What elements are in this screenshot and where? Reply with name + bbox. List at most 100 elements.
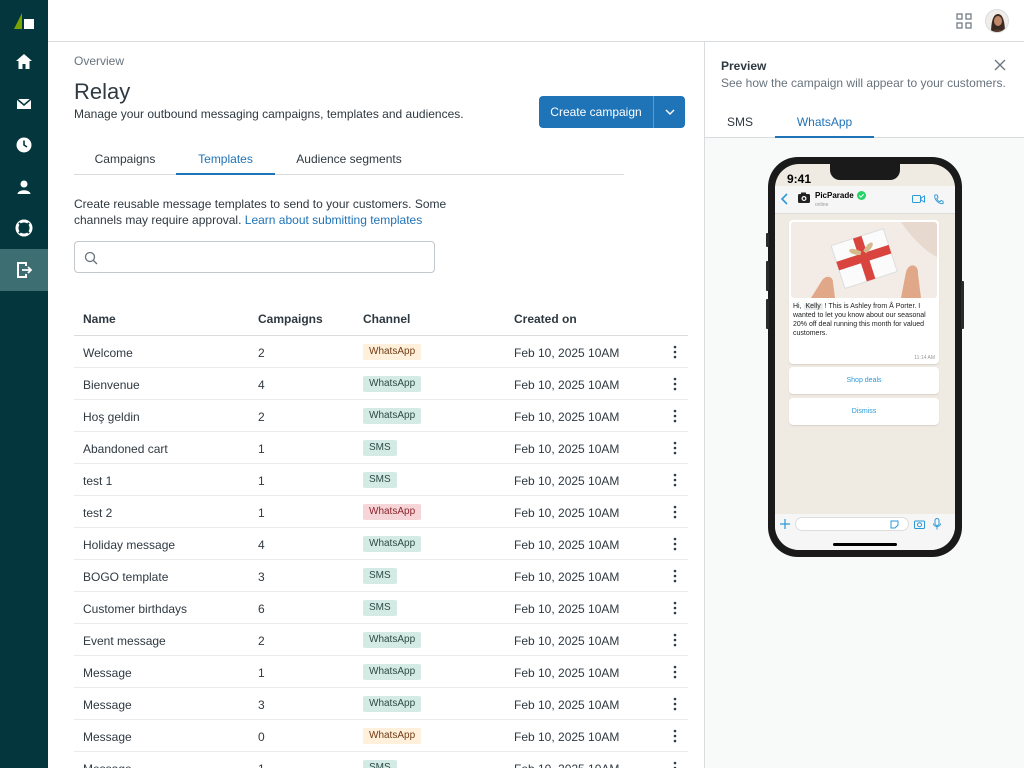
template-created-on: Feb 10, 2025 10AM: [514, 666, 620, 680]
sticker-icon: [890, 520, 899, 529]
table-row[interactable]: Abandoned cart 1 SMS Feb 10, 2025 10AM: [74, 432, 688, 464]
template-name[interactable]: Event message: [83, 634, 166, 648]
home-icon: [16, 54, 32, 69]
channel-badge: WhatsApp: [363, 536, 422, 552]
column-header-name[interactable]: Name: [83, 312, 116, 326]
template-name[interactable]: BOGO template: [83, 570, 168, 584]
templates-intro: Create reusable message templates to sen…: [74, 196, 454, 228]
table-row[interactable]: Customer birthdays 6 SMS Feb 10, 2025 10AM: [74, 592, 688, 624]
overflow-menu-icon[interactable]: [668, 761, 682, 768]
table-row[interactable]: Message 1 SMS Feb 10, 2025 10AM: [74, 752, 688, 768]
product-logo-icon[interactable]: [12, 11, 36, 31]
table-row[interactable]: test 1 1 SMS Feb 10, 2025 10AM: [74, 464, 688, 496]
submitting-templates-link[interactable]: Learn about submitting templates: [245, 213, 422, 227]
overflow-menu-icon[interactable]: [668, 441, 682, 455]
sidebar-item-home[interactable]: [0, 41, 48, 83]
preview-subtitle: See how the campaign will appear to your…: [721, 76, 1006, 90]
sidebar: [0, 0, 48, 768]
overflow-menu-icon[interactable]: [668, 729, 682, 743]
template-campaign-count: 3: [258, 570, 265, 584]
column-header-campaigns[interactable]: Campaigns: [258, 312, 323, 326]
exit-icon: [17, 262, 33, 278]
table-row[interactable]: test 2 1 WhatsApp Feb 10, 2025 10AM: [74, 496, 688, 528]
table-row[interactable]: Message 1 WhatsApp Feb 10, 2025 10AM: [74, 656, 688, 688]
table-row[interactable]: Message 0 WhatsApp Feb 10, 2025 10AM: [74, 720, 688, 752]
table-row[interactable]: Holiday message 4 WhatsApp Feb 10, 2025 10A…: [74, 528, 688, 560]
column-header-created-on[interactable]: Created on: [514, 312, 577, 326]
close-icon[interactable]: [994, 59, 1006, 71]
table-row[interactable]: Hoş geldin 2 WhatsApp Feb 10, 2025 10AM: [74, 400, 688, 432]
phone-call-icon: [934, 194, 944, 205]
tab-campaigns[interactable]: Campaigns: [74, 145, 176, 175]
template-name[interactable]: Abandoned cart: [83, 442, 168, 456]
overflow-menu-icon[interactable]: [668, 665, 682, 679]
back-arrow-icon: [780, 193, 788, 205]
overflow-menu-icon[interactable]: [668, 345, 682, 359]
template-created-on: Feb 10, 2025 10AM: [514, 346, 620, 360]
create-campaign-menu-button[interactable]: [653, 96, 685, 128]
table-row[interactable]: Event message 2 WhatsApp Feb 10, 2025 10AM: [74, 624, 688, 656]
template-name[interactable]: Holiday message: [83, 538, 175, 552]
tab-audience-segments[interactable]: Audience segments: [275, 145, 423, 175]
template-campaign-count: 6: [258, 602, 265, 616]
camera-logo-icon: [798, 192, 810, 203]
message-image: [791, 222, 937, 298]
table-row[interactable]: BOGO template 3 SMS Feb 10, 2025 10AM: [74, 560, 688, 592]
overflow-menu-icon[interactable]: [668, 633, 682, 647]
overflow-menu-icon[interactable]: [668, 473, 682, 487]
message-bubble: Hi, Kelly ! This is Ashley from Å Porter…: [789, 220, 939, 364]
preview-panel: Preview See how the campaign will appear…: [704, 42, 1024, 768]
verified-badge-icon: [857, 191, 866, 200]
sidebar-item-history[interactable]: [0, 124, 48, 166]
template-created-on: Feb 10, 2025 10AM: [514, 602, 620, 616]
templates-table: Name Campaigns Channel Created on Welcom…: [74, 300, 688, 768]
apps-grid-icon[interactable]: [956, 13, 972, 29]
template-name[interactable]: Bienvenue: [83, 378, 140, 392]
template-name[interactable]: Message: [83, 730, 132, 744]
dismiss-button[interactable]: Dismiss: [789, 398, 939, 425]
channel-badge: SMS: [363, 760, 397, 768]
breadcrumb[interactable]: Overview: [74, 54, 124, 68]
template-campaign-count: 1: [258, 762, 265, 768]
overflow-menu-icon[interactable]: [668, 377, 682, 391]
template-name[interactable]: test 1: [83, 474, 112, 488]
avatar[interactable]: [985, 9, 1009, 33]
overflow-menu-icon[interactable]: [668, 409, 682, 423]
template-name[interactable]: Message: [83, 666, 132, 680]
camera-icon: [914, 520, 925, 529]
overflow-menu-icon[interactable]: [668, 537, 682, 551]
template-campaign-count: 1: [258, 666, 265, 680]
chevron-down-icon: [665, 109, 674, 115]
template-name[interactable]: Message: [83, 698, 132, 712]
preview-tab-whatsapp[interactable]: WhatsApp: [775, 108, 874, 138]
sidebar-item-inbox[interactable]: [0, 83, 48, 125]
message-text: Hi, Kelly ! This is Ashley from Å Porter…: [793, 302, 936, 338]
page-description: Manage your outbound messaging campaigns…: [74, 107, 464, 121]
search-input[interactable]: [74, 241, 435, 273]
column-header-channel[interactable]: Channel: [363, 312, 410, 326]
template-name[interactable]: Hoş geldin: [83, 410, 140, 424]
template-created-on: Feb 10, 2025 10AM: [514, 730, 620, 744]
tab-templates[interactable]: Templates: [176, 145, 275, 175]
channel-badge: SMS: [363, 440, 397, 456]
sidebar-item-contacts[interactable]: [0, 166, 48, 208]
microphone-icon: [933, 518, 941, 530]
overflow-menu-icon[interactable]: [668, 697, 682, 711]
table-row[interactable]: Bienvenue 4 WhatsApp Feb 10, 2025 10AM: [74, 368, 688, 400]
template-name[interactable]: Welcome: [83, 346, 133, 360]
overflow-menu-icon[interactable]: [668, 569, 682, 583]
template-campaign-count: 4: [258, 538, 265, 552]
table-header: Name Campaigns Channel Created on: [74, 300, 688, 336]
preview-tab-sms[interactable]: SMS: [715, 108, 765, 138]
table-row[interactable]: Message 3 WhatsApp Feb 10, 2025 10AM: [74, 688, 688, 720]
overflow-menu-icon[interactable]: [668, 601, 682, 615]
create-campaign-button[interactable]: Create campaign: [539, 96, 653, 128]
sidebar-item-support[interactable]: [0, 207, 48, 249]
overflow-menu-icon[interactable]: [668, 505, 682, 519]
template-name[interactable]: test 2: [83, 506, 112, 520]
sidebar-item-outbound[interactable]: [0, 249, 48, 291]
template-name[interactable]: Message: [83, 762, 132, 768]
template-name[interactable]: Customer birthdays: [83, 602, 187, 616]
shop-deals-button[interactable]: Shop deals: [789, 367, 939, 394]
table-row[interactable]: Welcome 2 WhatsApp Feb 10, 2025 10AM: [74, 336, 688, 368]
